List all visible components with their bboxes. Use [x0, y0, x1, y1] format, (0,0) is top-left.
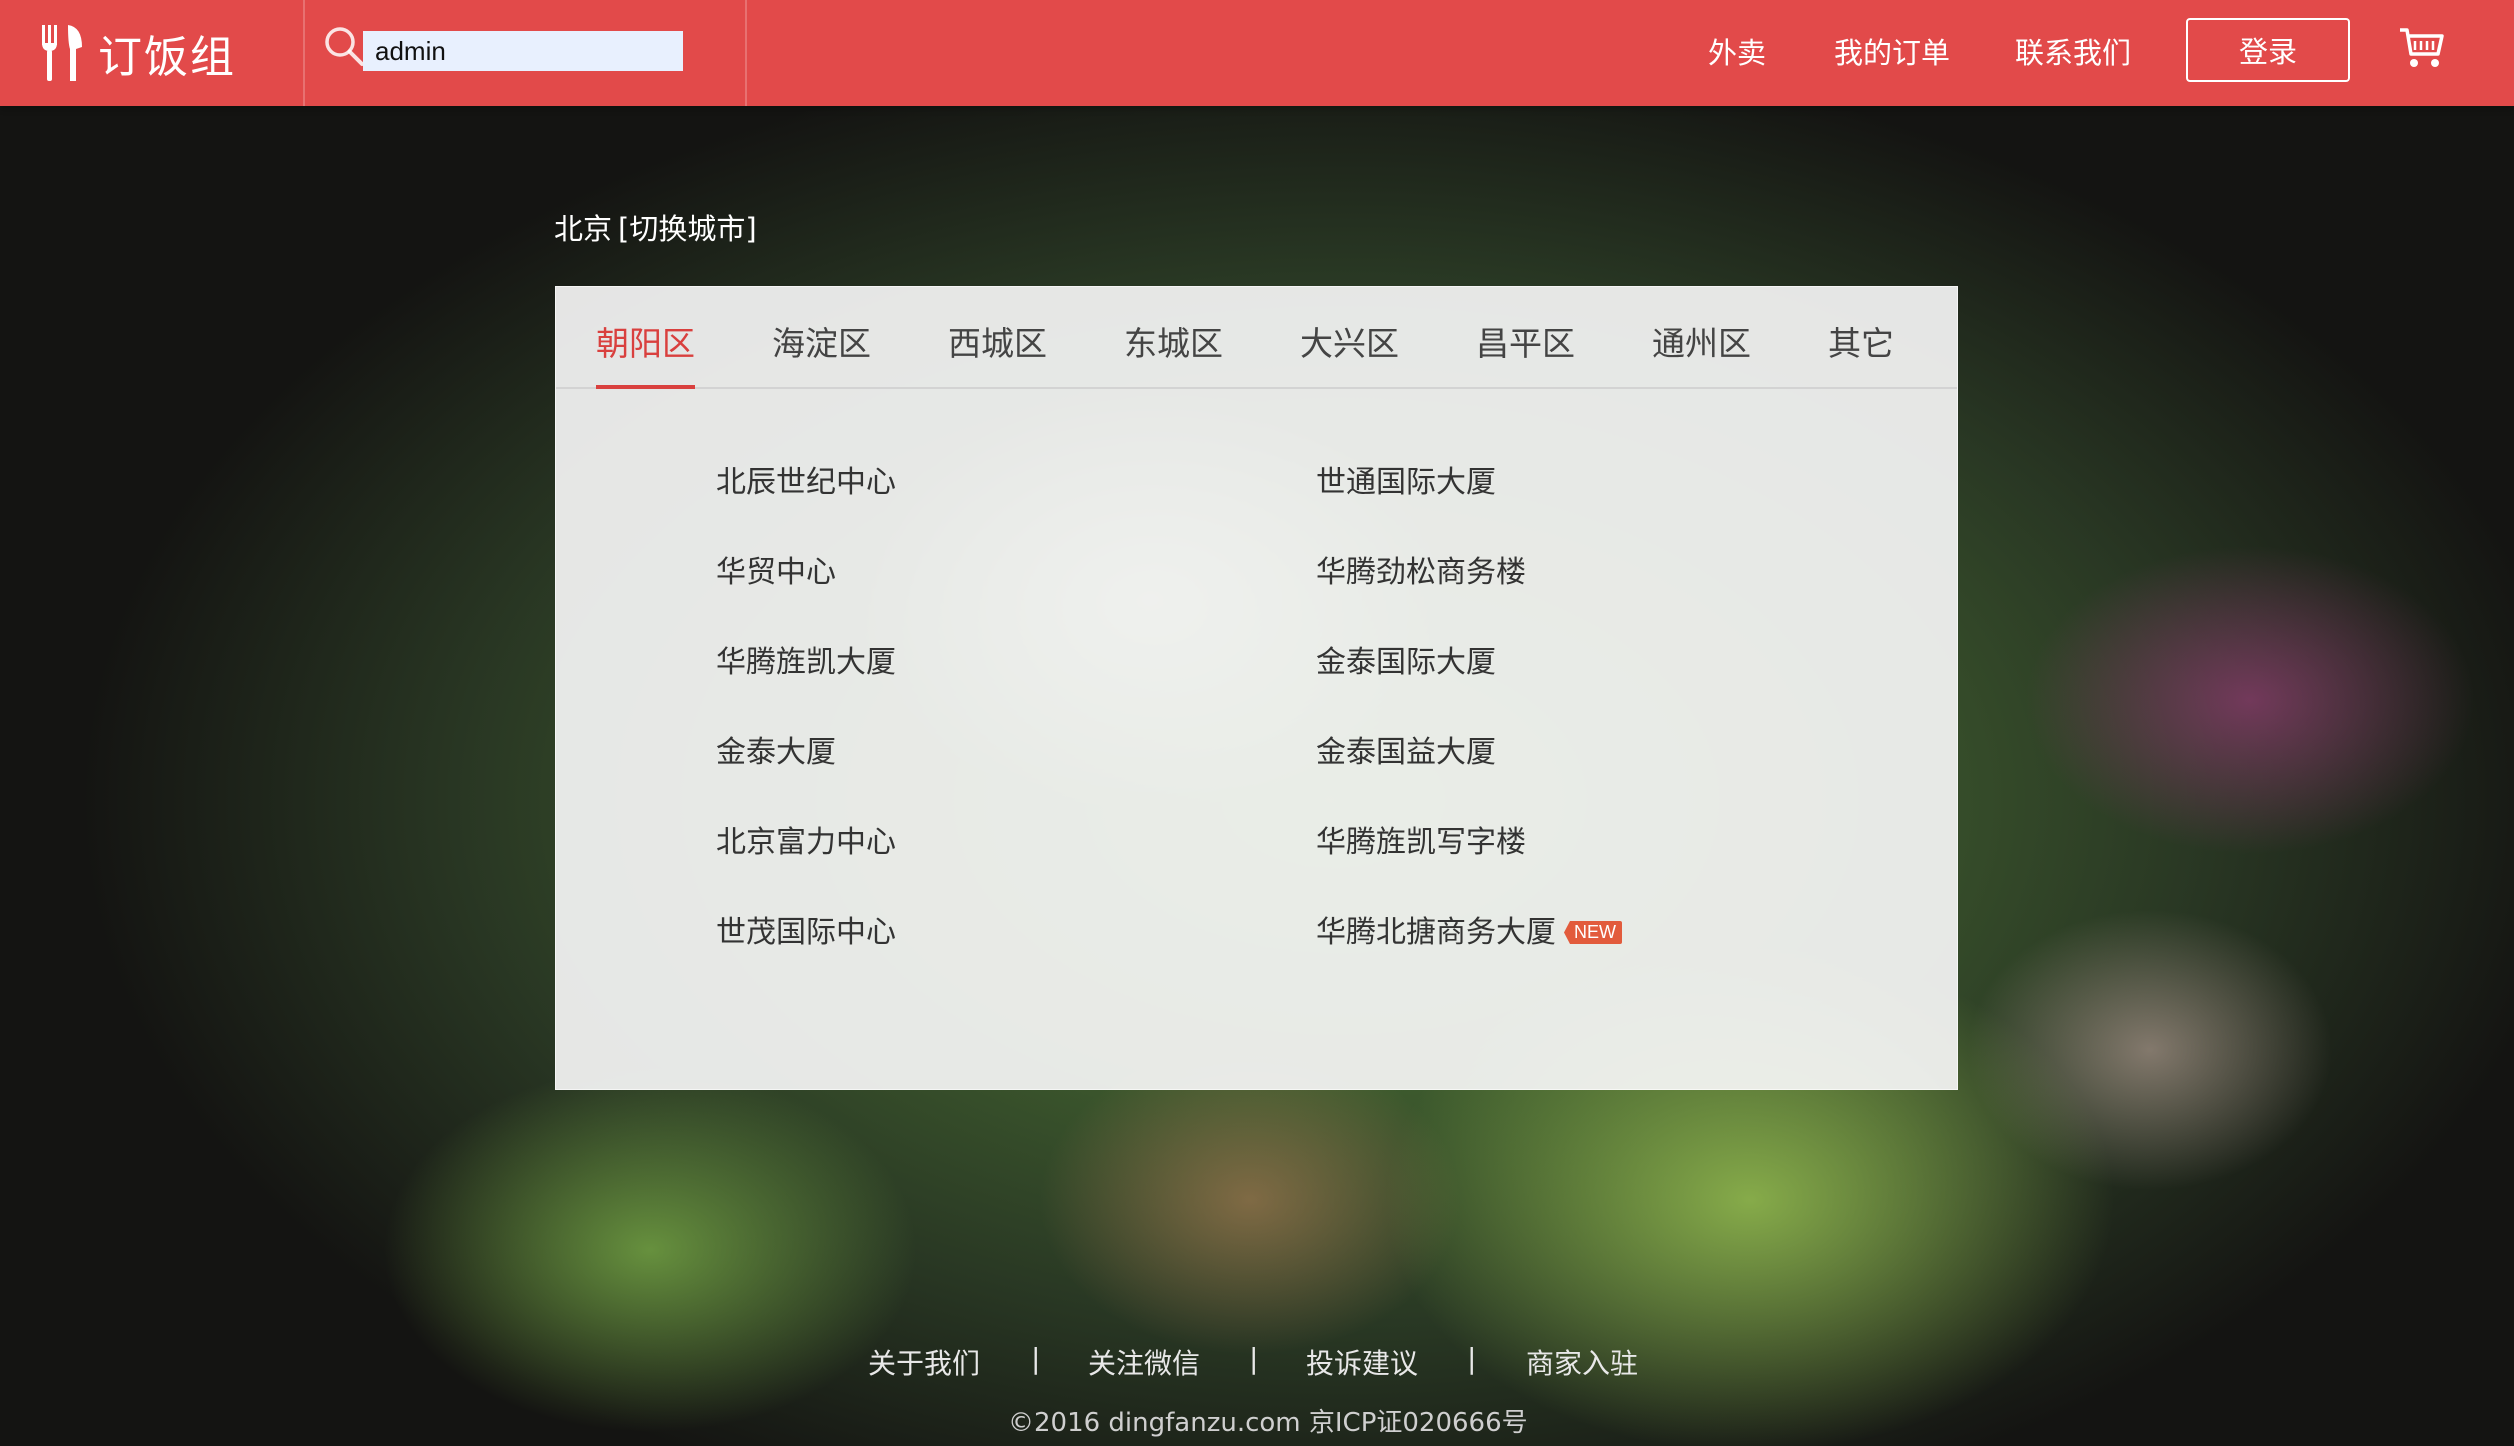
- tab-dongcheng[interactable]: 东城区: [1124, 317, 1223, 387]
- header-divider: [303, 0, 305, 106]
- building-link[interactable]: 金泰国际大厦: [1316, 637, 1496, 681]
- city-selector: 北京 [切换城市]: [554, 206, 757, 248]
- building-link[interactable]: 华贸中心: [716, 547, 836, 591]
- logo-text: 订饭组: [98, 32, 236, 83]
- login-button[interactable]: 登录: [2186, 18, 2350, 82]
- tab-tongzhou[interactable]: 通州区: [1652, 317, 1751, 387]
- footer-merchant-join[interactable]: 商家入驻: [1526, 1342, 1638, 1382]
- tab-changping[interactable]: 昌平区: [1476, 317, 1575, 387]
- nav-contact-us[interactable]: 联系我们: [2015, 30, 2131, 72]
- district-panel: 朝阳区 海淀区 西城区 东城区 大兴区 昌平区 通州区 其它 北辰世纪中心 华贸…: [555, 286, 1958, 1090]
- building-link[interactable]: 世通国际大厦: [1316, 457, 1496, 501]
- footer-separator: |: [1467, 1342, 1477, 1375]
- building-link[interactable]: 华腾劲松商务楼: [1316, 547, 1526, 591]
- building-name: 华腾北搪商务大厦: [1316, 915, 1556, 950]
- footer-complaints[interactable]: 投诉建议: [1306, 1342, 1418, 1382]
- copyright-text: ©2016 dingfanzu.com 京ICP证020666号: [1008, 1408, 1528, 1438]
- building-link[interactable]: 华腾旌凯大厦: [716, 637, 896, 681]
- header-divider: [745, 0, 747, 106]
- tab-other[interactable]: 其它: [1828, 317, 1894, 387]
- building-link[interactable]: 北辰世纪中心: [716, 457, 896, 501]
- footer-follow-wechat[interactable]: 关注微信: [1088, 1342, 1200, 1382]
- building-link[interactable]: 世茂国际中心: [716, 907, 896, 951]
- building-link[interactable]: 金泰大厦: [716, 727, 836, 771]
- tab-chaoyang[interactable]: 朝阳区: [596, 317, 695, 389]
- nav-takeout[interactable]: 外卖: [1708, 30, 1766, 72]
- switch-city-link[interactable]: [切换城市]: [618, 206, 757, 248]
- nav-my-orders[interactable]: 我的订单: [1834, 30, 1950, 72]
- fork-knife-logo-icon: [42, 25, 82, 81]
- footer-links: 关于我们 | 关注微信 | 投诉建议 | 商家入驻: [0, 1342, 2514, 1382]
- search-input[interactable]: [363, 31, 683, 71]
- cart-icon[interactable]: [2398, 26, 2446, 70]
- footer-separator: |: [1031, 1342, 1041, 1375]
- footer-separator: |: [1249, 1342, 1259, 1375]
- building-link[interactable]: 金泰国益大厦: [1316, 727, 1496, 771]
- tab-xicheng[interactable]: 西城区: [948, 317, 1047, 387]
- tab-daxing[interactable]: 大兴区: [1300, 317, 1399, 387]
- current-city: 北京: [554, 212, 613, 246]
- tab-haidian[interactable]: 海淀区: [772, 317, 871, 387]
- building-link[interactable]: 北京富力中心: [716, 817, 896, 861]
- footer-about-us[interactable]: 关于我们: [868, 1342, 980, 1382]
- district-tabs: 朝阳区 海淀区 西城区 东城区 大兴区 昌平区 通州区 其它: [556, 287, 1957, 389]
- top-header: 订饭组 外卖 我的订单 联系我们 登录: [0, 0, 2514, 106]
- logo[interactable]: 订饭组: [38, 22, 236, 84]
- new-badge: NEW: [1564, 921, 1622, 944]
- building-link-new[interactable]: 华腾北搪商务大厦 NEW: [1316, 907, 1622, 951]
- building-link[interactable]: 华腾旌凯写字楼: [1316, 817, 1526, 861]
